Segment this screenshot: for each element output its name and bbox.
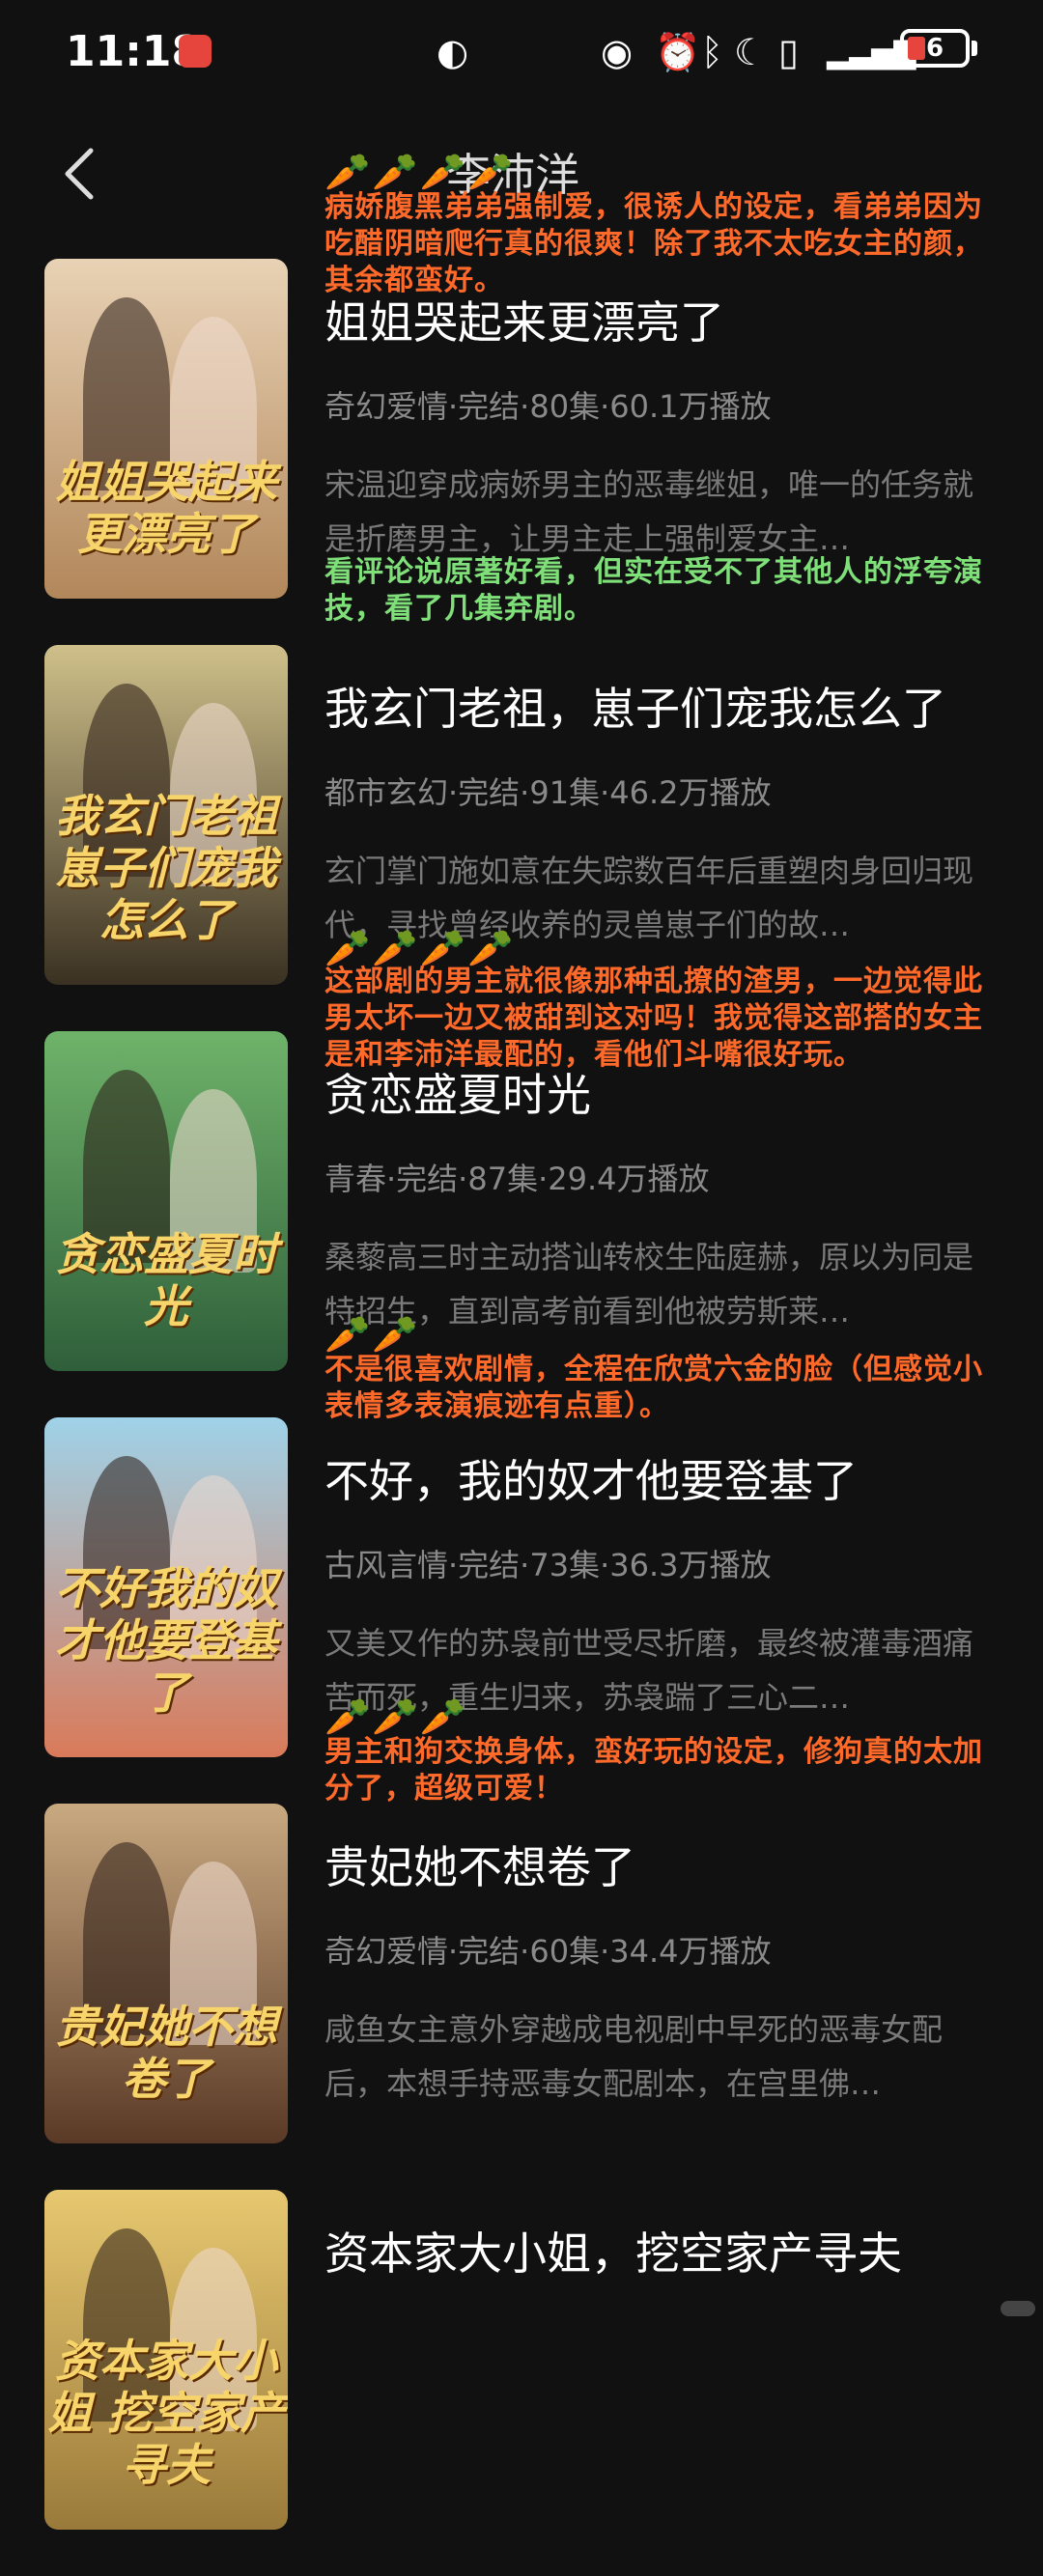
drama-meta: 都市玄幻·完结·91集·46.2万播放 [324,774,772,811]
handwritten-note: 这部剧的男主就很像那种乱撩的渣男，一边觉得此男太坏一边又被甜到这对吗！我觉得这部… [324,965,983,1072]
handwritten-note: 男主和狗交换身体，蛮好玩的设定，修狗真的太加分了，超级可爱！ [324,1735,983,1806]
drama-meta: 奇幻爱情·完结·80集·60.1万播放 [324,388,772,425]
handwritten-note: 病娇腹黑弟弟强制爱，很诱人的设定，看弟弟因为吃醋阴暗爬行真的很爽！除了我不太吃女… [324,190,983,297]
poster-title-art: 贵妃她不想卷了 [55,2001,277,2105]
back-button[interactable] [58,145,100,203]
drama-title[interactable]: 不好，我的奴才他要登基了 [324,1446,858,1510]
drama-description: 宋温迎穿成病娇男主的恶毒继姐，唯一的任务就是折磨男主，让男主走上强制爱女主… [324,466,974,557]
eye-icon: ◉ [601,31,634,73]
battery-icon: 6 [900,29,970,68]
poster-title-art: 姐姐哭起来更漂亮了 [55,456,277,560]
carrot-rating: 🥕🥕 [324,1313,420,1356]
drama-poster[interactable]: 不好我的奴才他要登基了 [44,1417,288,1757]
home-indicator [1001,2301,1035,2316]
drama-description: 咸鱼女主意外穿越成电视剧中早死的恶毒女配后，本想手持恶毒女配剧本，在宫里佛… [324,2011,944,2102]
drama-poster[interactable]: 资本家大小姐 挖空家产寻夫 [44,2190,288,2530]
drama-poster[interactable]: 姐姐哭起来更漂亮了 [44,259,288,599]
drama-item[interactable]: 资本家大小姐 挖空家产寻夫 资本家大小姐，挖空家产寻夫 [0,2190,1043,2576]
drama-meta: 奇幻爱情·完结·60集·34.4万播放 [324,1933,772,1970]
poster-title-art: 不好我的奴才他要登基了 [55,1562,277,1719]
moon-icon: ☾ [734,31,768,73]
app-notification-icon [179,35,211,68]
alarm-icon: ⏰ [655,31,701,73]
bluetooth-icon: ᛒ [701,31,723,73]
handwritten-note: 不是很喜欢剧情，全程在欣赏六金的脸（但感觉小表情多表演痕迹有点重）。 [324,1353,983,1423]
vibrate-icon: ▯ [778,31,799,73]
drama-poster[interactable]: 贪恋盛夏时光 [44,1031,288,1371]
carrot-rating: 🥕🥕🥕🥕 [324,151,516,193]
drama-poster[interactable]: 我玄门老祖 崽子们宠我怎么了 [44,645,288,985]
battery-level: 6 [925,34,944,63]
handwritten-note: 看评论说原著好看，但实在受不了其他人的浮夸演技，看了几集弃剧。 [324,555,983,626]
drama-description: 桑藜高三时主动搭讪转校生陆庭赫，原以为同是特招生，直到高考前看到他被劳斯莱… [324,1239,974,1330]
drama-title[interactable]: 贵妃她不想卷了 [324,1833,635,1896]
drama-title[interactable]: 资本家大小姐，挖空家产寻夫 [324,2219,902,2282]
sim-icon: ◐ [437,31,469,73]
drama-meta: 古风言情·完结·73集·36.3万播放 [324,1547,772,1583]
poster-title-art: 贪恋盛夏时光 [55,1228,277,1332]
drama-item[interactable]: 贵妃她不想卷了 贵妃她不想卷了 奇幻爱情·完结·60集·34.4万播放 咸鱼女主意外穿… [0,1695,1043,2190]
carrot-rating: 🥕🥕🥕 [324,1695,467,1738]
chevron-left-icon [65,148,94,200]
status-bar: 11:18 ◐ ◉ ⏰ ᛒ ☾ ▯ ▂▃▅▇ 6 [0,0,1043,106]
poster-title-art: 资本家大小姐 挖空家产寻夫 [46,2335,285,2491]
drama-meta: 青春·完结·87集·29.4万播放 [324,1161,710,1197]
drama-poster[interactable]: 贵妃她不想卷了 [44,1804,288,2143]
poster-title-art: 我玄门老祖 崽子们宠我怎么了 [55,790,277,946]
drama-title[interactable]: 我玄门老祖，崽子们宠我怎么了 [324,674,946,738]
